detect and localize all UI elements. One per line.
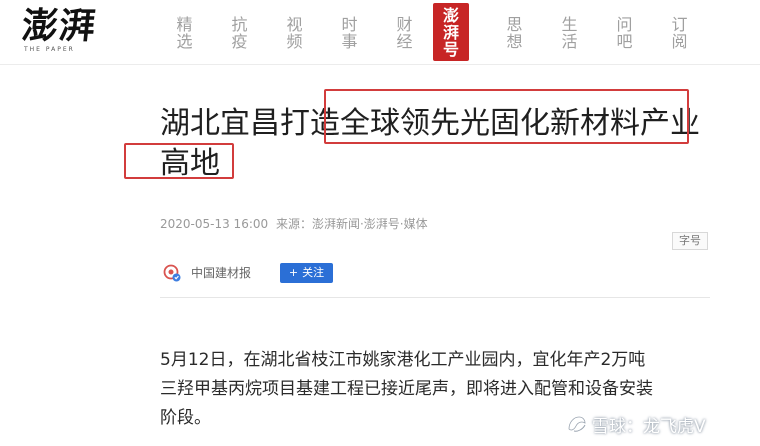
nav-item-wenba[interactable]: 问吧: [597, 0, 652, 65]
logo-subtitle: THE PAPER: [24, 46, 75, 53]
logo-wordmark: 澎湃: [19, 5, 99, 47]
nav-item-jingxuan[interactable]: 精选: [157, 0, 212, 65]
nav-item-label: 财经: [396, 14, 413, 51]
top-navigation-bar: 澎湃 THE PAPER 精选 抗疫 视频 时事 财经 澎湃号 思想 生活 问吧…: [0, 0, 760, 65]
title-highlight-box: [324, 89, 689, 144]
title-highlight-box: [124, 143, 234, 179]
paragraph-line: 三羟甲基丙烷项目基建工程已接近尾声，即将进入配管和设备安装: [160, 379, 653, 399]
nav-item-shipin[interactable]: 视频: [267, 0, 322, 65]
media-account-icon: [163, 264, 181, 282]
follow-button-label: 关注: [302, 266, 325, 279]
nav-item-dingyue[interactable]: 订阅: [652, 0, 707, 65]
nav-item-label: 问吧: [616, 14, 633, 51]
nav-item-pengpaihao[interactable]: 澎湃号: [432, 0, 487, 65]
nav-item-label: 思想: [506, 14, 523, 51]
nav-item-label: 澎湃号: [443, 5, 460, 59]
nav-item-kangyi[interactable]: 抗疫: [212, 0, 267, 65]
plus-icon: +: [288, 266, 299, 279]
watermark: 雪球：龙飞虎V: [566, 410, 706, 438]
author-name[interactable]: 中国建材报: [191, 265, 251, 281]
active-tab-highlight: 澎湃号: [433, 3, 469, 61]
nav-item-label: 订阅: [671, 14, 688, 51]
nav-item-label: 抗疫: [231, 14, 248, 51]
font-size-button[interactable]: 字号: [672, 232, 708, 250]
nav-item-shenghuo[interactable]: 生活: [542, 0, 597, 65]
divider: [160, 297, 710, 298]
nav-item-sixiang[interactable]: 思想: [487, 0, 542, 65]
nav-item-caijing[interactable]: 财经: [377, 0, 432, 65]
nav-item-label: 视频: [286, 14, 303, 51]
watermark-text: 雪球：龙飞虎V: [592, 416, 706, 437]
article-meta: 2020-05-13 16:00 来源：澎湃新闻·澎湃号·媒体: [160, 216, 432, 232]
publish-datetime: 2020-05-13 16:00: [160, 217, 269, 231]
site-logo[interactable]: 澎湃 THE PAPER: [19, 5, 106, 56]
nav-item-label: 生活: [561, 14, 578, 51]
article-source: 来源：澎湃新闻·澎湃号·媒体: [275, 217, 428, 231]
paragraph-line: 5月12日，在湖北省枝江市姚家港化工产业园内，宜化年产2万吨: [160, 350, 646, 370]
nav-item-label: 时事: [341, 14, 358, 51]
snowball-logo-icon: [568, 416, 586, 432]
nav-item-label: 精选: [176, 14, 193, 51]
follow-button[interactable]: + 关注: [280, 263, 333, 283]
nav-item-shishi[interactable]: 时事: [322, 0, 377, 65]
main-nav: 精选 抗疫 视频 时事 财经 澎湃号 思想 生活 问吧 订阅: [157, 0, 707, 65]
